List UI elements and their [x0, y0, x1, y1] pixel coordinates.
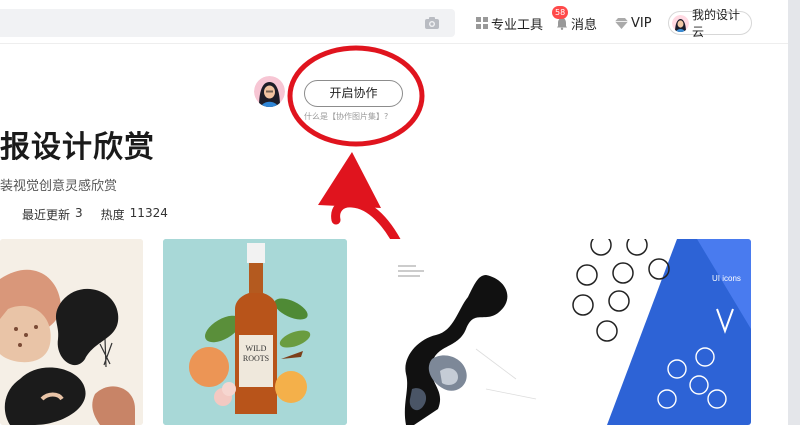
diamond-icon: [615, 17, 628, 29]
ui-icons-label: UI icons: [712, 274, 741, 283]
vip-label: VIP: [631, 15, 652, 31]
pro-tools-label: 专业工具: [491, 17, 544, 33]
page-subtitle: 装视觉创意灵感欣赏: [0, 179, 118, 194]
wild-roots-bottle-image: WILD ROOTS: [163, 239, 347, 425]
start-collaboration-button[interactable]: 开启协作: [304, 80, 403, 107]
top-header: 专业工具 消息 58 VIP 我的设计云: [0, 0, 788, 44]
gallery-card-wild-roots[interactable]: WILD ROOTS: [163, 239, 347, 425]
grid-icon: [476, 17, 488, 29]
messages-label: 消息: [571, 17, 598, 33]
search-input[interactable]: [0, 9, 455, 37]
wild-roots-label-line-1: WILD: [246, 344, 267, 353]
vip-link[interactable]: VIP: [615, 12, 652, 34]
gallery-card-abstract-shapes[interactable]: [0, 239, 143, 425]
collection-stats: 最近更新 3 热度 11324: [0, 206, 168, 223]
heat-label: 热度: [100, 208, 125, 222]
ink-splash-image: [366, 239, 550, 425]
my-design-cloud-label: 我的设计云: [692, 8, 741, 39]
recent-update-label: 最近更新: [22, 208, 71, 222]
recent-update-value: 3: [75, 206, 83, 220]
wild-roots-label-line-2: ROOTS: [243, 354, 269, 363]
camera-icon[interactable]: [424, 16, 440, 30]
gallery-card-ink-splash[interactable]: [366, 239, 550, 425]
messages-count-badge: 58: [552, 6, 569, 19]
pro-tools-link[interactable]: 专业工具: [476, 12, 543, 34]
my-design-cloud-button[interactable]: 我的设计云: [668, 8, 752, 39]
abstract-shapes-image: [0, 239, 143, 425]
ui-icons-image: UI icons: [567, 239, 751, 425]
window-edge: [788, 0, 800, 425]
owner-avatar[interactable]: [254, 76, 285, 107]
heat-value: 11324: [129, 206, 168, 220]
avatar: [672, 14, 689, 32]
page-title: 报设计欣赏: [0, 130, 155, 165]
gallery-card-ui-icons[interactable]: UI icons: [567, 239, 751, 425]
collaboration-help-link[interactable]: 什么是【协作图片集】?: [304, 111, 414, 122]
